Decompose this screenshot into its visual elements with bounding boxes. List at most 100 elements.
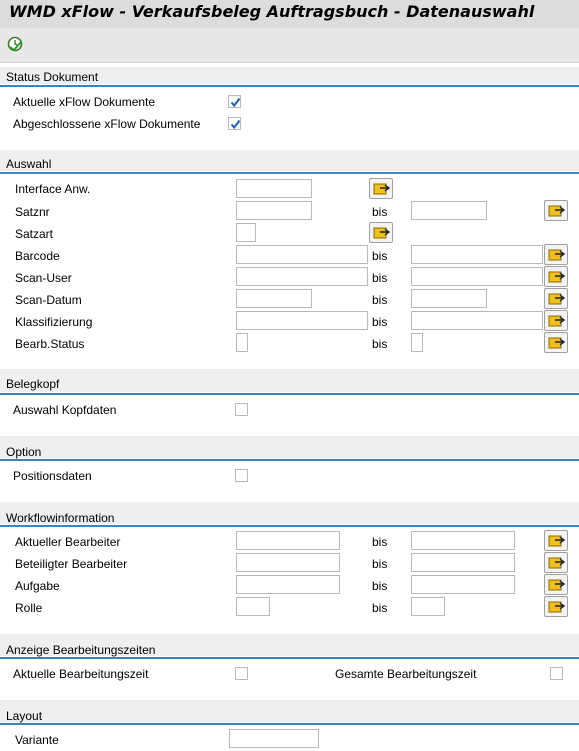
multiple-selection-arrow-icon bbox=[548, 293, 566, 305]
label-aktuelle-xflow: Aktuelle xFlow Dokumente bbox=[13, 95, 156, 109]
label-bis: bis bbox=[372, 293, 388, 307]
input-bearb-status-from[interactable] bbox=[236, 333, 248, 352]
multiple-selection-arrow-icon bbox=[548, 249, 566, 261]
input-interface-anw-from[interactable] bbox=[236, 179, 312, 198]
input-aufgabe-from[interactable] bbox=[236, 575, 340, 594]
input-scan-user-from[interactable] bbox=[236, 267, 368, 286]
group-title-status: Status Dokument bbox=[6, 70, 99, 84]
checkbox-abgeschlossene-xflow[interactable] bbox=[228, 117, 241, 130]
label-variante: Variante bbox=[15, 733, 59, 747]
group-divider bbox=[0, 525, 579, 527]
input-klassifizierung-to[interactable] bbox=[411, 311, 543, 330]
label-beteiligter-bearbeiter: Beteiligter Bearbeiter bbox=[15, 557, 128, 571]
input-scan-datum-to[interactable] bbox=[411, 289, 487, 308]
multiple-selection-button[interactable] bbox=[544, 288, 568, 309]
input-scan-datum-from[interactable] bbox=[236, 289, 312, 308]
multiple-selection-button[interactable] bbox=[544, 200, 568, 221]
input-aufgabe-to[interactable] bbox=[411, 575, 515, 594]
input-aktueller-bearbeiter-from[interactable] bbox=[236, 531, 340, 550]
checkbox-aktuelle-xflow[interactable] bbox=[228, 95, 241, 108]
group-divider bbox=[0, 459, 579, 461]
checkbox-auswahl-kopfdaten[interactable] bbox=[235, 403, 248, 416]
label-bis: bis bbox=[372, 271, 388, 285]
title-bar: WMD xFlow - Verkaufsbeleg Auftragsbuch -… bbox=[0, 0, 579, 28]
checkbox-aktuelle-bearbeitungszeit[interactable] bbox=[235, 667, 248, 680]
multiple-selection-button[interactable] bbox=[369, 178, 393, 199]
label-aufgabe: Aufgabe bbox=[15, 579, 60, 593]
input-barcode-from[interactable] bbox=[236, 245, 368, 264]
label-aktueller-bearbeiter: Aktueller Bearbeiter bbox=[15, 535, 121, 549]
label-bis: bis bbox=[372, 557, 388, 571]
label-scan-datum: Scan-Datum bbox=[15, 293, 82, 307]
group-header-belegkopf bbox=[0, 369, 579, 392]
label-auswahl-kopfdaten: Auswahl Kopfdaten bbox=[13, 403, 117, 417]
label-bis: bis bbox=[372, 337, 388, 351]
group-title-belegkopf: Belegkopf bbox=[6, 377, 60, 391]
group-header-auswahl bbox=[0, 150, 579, 171]
multiple-selection-button[interactable] bbox=[544, 310, 568, 331]
multiple-selection-arrow-icon bbox=[548, 579, 566, 591]
multiple-selection-button[interactable] bbox=[544, 244, 568, 265]
multiple-selection-button[interactable] bbox=[544, 596, 568, 617]
label-positionsdaten: Positionsdaten bbox=[13, 469, 92, 483]
input-beteiligter-bearbeiter-from[interactable] bbox=[236, 553, 340, 572]
label-bis: bis bbox=[372, 535, 388, 549]
multiple-selection-button[interactable] bbox=[544, 552, 568, 573]
multiple-selection-arrow-icon bbox=[373, 227, 391, 239]
label-bis: bis bbox=[372, 249, 388, 263]
group-title-layout: Layout bbox=[6, 709, 43, 723]
multiple-selection-button[interactable] bbox=[544, 332, 568, 353]
label-rolle: Rolle bbox=[15, 601, 43, 615]
group-divider bbox=[0, 172, 579, 174]
input-satzart-from[interactable] bbox=[236, 223, 256, 242]
execute-clock-icon[interactable] bbox=[6, 35, 24, 53]
label-aktuelle-bearbeitungszeit: Aktuelle Bearbeitungszeit bbox=[13, 667, 149, 681]
input-bearb-status-to[interactable] bbox=[411, 333, 423, 352]
input-scan-user-to[interactable] bbox=[411, 267, 543, 286]
page-title: WMD xFlow - Verkaufsbeleg Auftragsbuch -… bbox=[9, 2, 535, 21]
label-barcode: Barcode bbox=[15, 249, 60, 263]
input-beteiligter-bearbeiter-to[interactable] bbox=[411, 553, 515, 572]
group-divider bbox=[0, 393, 579, 395]
multiple-selection-arrow-icon bbox=[548, 535, 566, 547]
group-divider bbox=[0, 723, 579, 725]
label-bis: bis bbox=[372, 579, 388, 593]
label-gesamte-bearbeitungszeit: Gesamte Bearbeitungszeit bbox=[335, 667, 477, 681]
application-toolbar bbox=[0, 28, 579, 63]
multiple-selection-button[interactable] bbox=[544, 574, 568, 595]
label-bis: bis bbox=[372, 601, 388, 615]
group-header-layout bbox=[0, 700, 579, 722]
checkbox-gesamte-bearbeitungszeit[interactable] bbox=[550, 667, 563, 680]
input-satznr-to[interactable] bbox=[411, 201, 487, 220]
label-klassifizierung: Klassifizierung bbox=[15, 315, 93, 329]
group-title-option: Option bbox=[6, 445, 42, 459]
multiple-selection-button[interactable] bbox=[369, 222, 393, 243]
multiple-selection-arrow-icon bbox=[548, 337, 566, 349]
multiple-selection-button[interactable] bbox=[544, 530, 568, 551]
input-rolle-from[interactable] bbox=[236, 597, 270, 616]
group-title-workflow: Workflowinformation bbox=[6, 511, 115, 525]
label-bis: bis bbox=[372, 205, 388, 219]
label-bearb-status: Bearb.Status bbox=[15, 337, 85, 351]
input-klassifizierung-from[interactable] bbox=[236, 311, 368, 330]
input-aktueller-bearbeiter-to[interactable] bbox=[411, 531, 515, 550]
group-title-auswahl: Auswahl bbox=[6, 157, 52, 171]
input-satznr-from[interactable] bbox=[236, 201, 312, 220]
multiple-selection-arrow-icon bbox=[373, 183, 391, 195]
multiple-selection-arrow-icon bbox=[548, 205, 566, 217]
multiple-selection-arrow-icon bbox=[548, 601, 566, 613]
input-barcode-to[interactable] bbox=[411, 245, 543, 264]
label-bis: bis bbox=[372, 315, 388, 329]
label-interface-anw: Interface Anw. bbox=[15, 182, 91, 196]
label-satznr: Satznr bbox=[15, 205, 50, 219]
input-variante[interactable] bbox=[229, 729, 319, 748]
multiple-selection-button[interactable] bbox=[544, 266, 568, 287]
label-satzart: Satzart bbox=[15, 227, 54, 241]
group-divider bbox=[0, 85, 579, 87]
checkbox-positionsdaten[interactable] bbox=[235, 469, 248, 482]
label-abgeschlossene-xflow: Abgeschlossene xFlow Dokumente bbox=[13, 117, 201, 131]
input-rolle-to[interactable] bbox=[411, 597, 445, 616]
multiple-selection-arrow-icon bbox=[548, 271, 566, 283]
group-divider bbox=[0, 657, 579, 659]
multiple-selection-arrow-icon bbox=[548, 315, 566, 327]
